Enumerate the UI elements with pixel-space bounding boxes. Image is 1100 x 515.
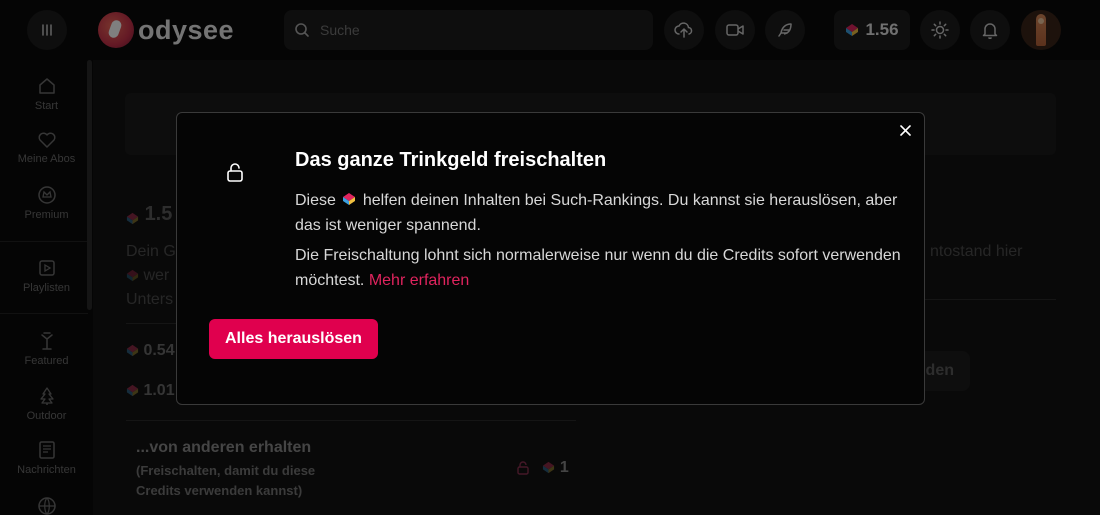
modal-note: Die Freischaltung lohnt sich normalerwei… bbox=[295, 243, 905, 293]
unlock-tips-modal: Das ganze Trinkgeld freischalten Diese h… bbox=[176, 112, 925, 405]
modal-description-rest: helfen deinen Inhalten bei Such-Rankings… bbox=[295, 192, 898, 234]
modal-title: Das ganze Trinkgeld freischalten bbox=[295, 149, 607, 171]
modal-description-start: Diese bbox=[295, 192, 336, 209]
close-button[interactable] bbox=[896, 121, 914, 139]
lbc-credits-icon bbox=[343, 193, 356, 205]
learn-more-link[interactable]: Mehr erfahren bbox=[369, 272, 470, 289]
unlock-icon bbox=[227, 163, 243, 182]
close-icon bbox=[899, 124, 911, 136]
modal-description: Diese helfen deinen Inhalten bei Such-Ra… bbox=[295, 188, 905, 238]
unlock-all-button[interactable]: Alles herauslösen bbox=[209, 319, 378, 359]
